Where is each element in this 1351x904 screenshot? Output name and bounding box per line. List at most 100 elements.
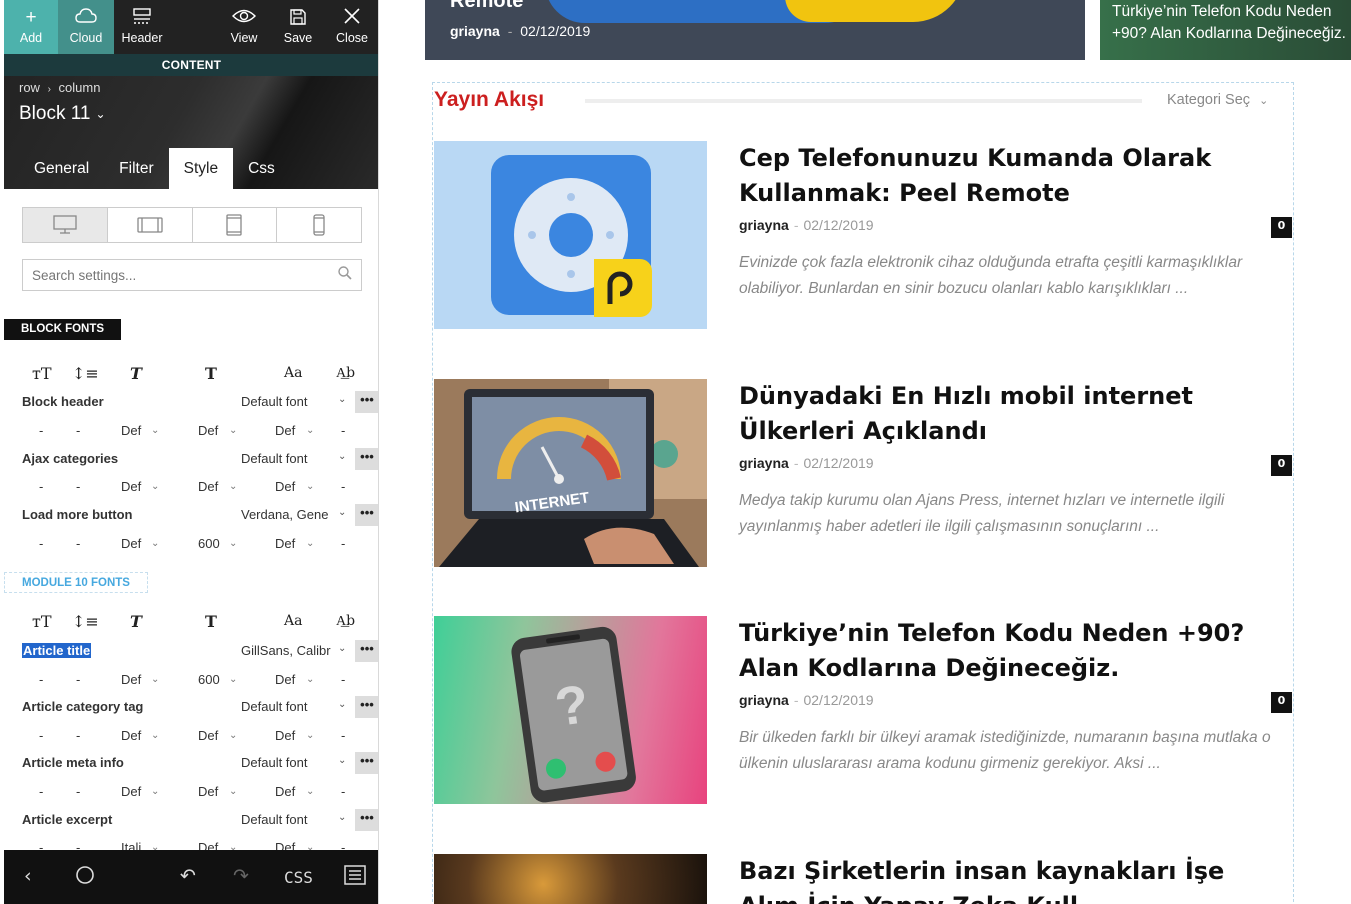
font-style-select[interactable]: Def	[121, 423, 141, 438]
hero-author[interactable]: griayna	[450, 23, 500, 39]
more-options-button[interactable]: •••	[355, 640, 378, 662]
text-transform-select[interactable]: Def	[275, 536, 295, 551]
font-weight-select[interactable]: 600	[198, 672, 220, 687]
add-button[interactable]: + Add	[4, 0, 58, 54]
tablet-landscape-view-button[interactable]	[108, 208, 193, 242]
font-row-label: Article category tag	[22, 699, 144, 714]
font-family-select[interactable]: GillSans, Calibr	[241, 643, 333, 658]
chevron-down-icon: ⌄	[151, 674, 160, 685]
hero-small-title[interactable]: Türkiye’nin Telefon Kodu Neden +90? Alan…	[1112, 1, 1351, 45]
text-transform-select[interactable]: Def	[275, 423, 295, 438]
font-family-select[interactable]: Default font	[241, 699, 333, 714]
font-style-select[interactable]: Def	[121, 479, 141, 494]
tablet-portrait-view-button[interactable]	[193, 208, 278, 242]
font-weight-select[interactable]: Def	[198, 479, 218, 494]
mobile-view-button[interactable]	[277, 208, 361, 242]
font-style-select[interactable]: Def	[121, 536, 141, 551]
comment-count-badge[interactable]: 0	[1271, 217, 1292, 238]
font-size-value[interactable]: -	[39, 728, 43, 743]
font-family-select[interactable]: Default font	[241, 394, 333, 409]
font-size-value[interactable]: -	[39, 423, 43, 438]
font-weight-select[interactable]: Def	[198, 784, 218, 799]
line-height-value[interactable]: -	[76, 423, 80, 438]
article-excerpt: Evinizde çok fazla elektronik cihaz oldu…	[739, 254, 1243, 297]
article-title[interactable]: Türkiye’nin Telefon Kodu Neden +90? Alan…	[739, 616, 1289, 686]
letter-spacing-value[interactable]: -	[341, 479, 345, 494]
tab-css[interactable]: Css	[233, 148, 290, 189]
category-select[interactable]: Kategori Seç ⌄	[1167, 92, 1268, 108]
save-button[interactable]: Save	[271, 0, 325, 54]
article-thumbnail[interactable]	[434, 854, 707, 904]
article-author[interactable]: griayna	[739, 692, 789, 708]
more-options-button[interactable]: •••	[355, 696, 378, 718]
font-family-select[interactable]: Default font	[241, 812, 333, 827]
tab-filter[interactable]: Filter	[104, 148, 168, 189]
block-title-dropdown[interactable]: Block 11 ⌄	[19, 103, 106, 125]
tab-style[interactable]: Style	[168, 148, 234, 189]
back-icon[interactable]: ‹	[24, 865, 32, 887]
text-transform-select[interactable]: Def	[275, 672, 295, 687]
article-title[interactable]: Cep Telefonunuzu Kumanda Olarak Kullanma…	[739, 141, 1289, 211]
undo-icon[interactable]: ↶	[180, 865, 196, 887]
article-thumbnail[interactable]	[434, 141, 707, 329]
article-title[interactable]: Dünyadaki En Hızlı mobil internet Ülkerl…	[739, 379, 1289, 449]
font-family-select[interactable]: Default font	[241, 755, 333, 770]
header-button[interactable]: Header	[114, 0, 170, 54]
article-author[interactable]: griayna	[739, 217, 789, 233]
text-transform-select[interactable]: Def	[275, 728, 295, 743]
font-style-select[interactable]: Def	[121, 728, 141, 743]
breadcrumb-column[interactable]: column	[59, 80, 101, 95]
text-transform-select[interactable]: Def	[275, 784, 295, 799]
css-button[interactable]: CSS	[284, 868, 313, 887]
font-size-value[interactable]: -	[39, 784, 43, 799]
hero-post-small[interactable]: Türkiye’nin Telefon Kodu Neden +90? Alan…	[1100, 0, 1351, 60]
hero-image-shape	[785, 0, 965, 22]
search-icon[interactable]	[338, 266, 352, 284]
font-size-value[interactable]: -	[39, 536, 43, 551]
letter-spacing-value[interactable]: -	[341, 423, 345, 438]
letter-spacing-value[interactable]: -	[341, 784, 345, 799]
more-options-button[interactable]: •••	[355, 504, 378, 526]
article-title[interactable]: Bazı Şirketlerin insan kaynakları İşe Al…	[739, 854, 1289, 904]
letter-spacing-value[interactable]: -	[341, 536, 345, 551]
font-family-select[interactable]: Verdana, Gene	[241, 507, 333, 522]
letter-spacing-value[interactable]: -	[341, 728, 345, 743]
desktop-view-button[interactable]	[23, 208, 108, 242]
hero-post-large[interactable]: Remote griayna - 02/12/2019	[425, 0, 1085, 60]
view-button[interactable]: View	[217, 0, 271, 54]
font-style-select[interactable]: Def	[121, 672, 141, 687]
font-size-value[interactable]: -	[39, 479, 43, 494]
font-size-icon: ᴛT	[32, 363, 52, 383]
font-size-value[interactable]: -	[39, 672, 43, 687]
text-transform-select[interactable]: Def	[275, 479, 295, 494]
more-options-button[interactable]: •••	[355, 752, 378, 774]
cloud-button[interactable]: Cloud	[58, 0, 114, 54]
letter-spacing-value[interactable]: -	[341, 672, 345, 687]
home-circle-icon[interactable]	[75, 865, 95, 890]
font-weight-select[interactable]: 600	[198, 536, 220, 551]
line-height-value[interactable]: -	[76, 479, 80, 494]
breadcrumb-row[interactable]: row	[19, 80, 40, 95]
line-height-value[interactable]: -	[76, 672, 80, 687]
font-weight-select[interactable]: Def	[198, 728, 218, 743]
search-settings-input[interactable]	[22, 259, 362, 291]
line-height-value[interactable]: -	[76, 536, 80, 551]
font-family-select[interactable]: Default font	[241, 451, 333, 466]
tab-general[interactable]: General	[19, 148, 104, 189]
hero-title[interactable]: Remote	[450, 0, 523, 13]
more-options-button[interactable]: •••	[355, 448, 378, 470]
more-options-button[interactable]: •••	[355, 391, 378, 413]
font-style-select[interactable]: Def	[121, 784, 141, 799]
more-options-button[interactable]: •••	[355, 809, 378, 831]
menu-list-icon[interactable]	[344, 865, 366, 890]
comment-count-badge[interactable]: 0	[1271, 455, 1292, 476]
line-height-value[interactable]: -	[76, 784, 80, 799]
article-thumbnail[interactable]: ?	[434, 616, 707, 804]
redo-icon[interactable]: ↷	[233, 865, 249, 887]
article-thumbnail[interactable]: INTERNET	[434, 379, 707, 567]
line-height-value[interactable]: -	[76, 728, 80, 743]
article-author[interactable]: griayna	[739, 455, 789, 471]
close-button[interactable]: Close	[325, 0, 378, 54]
font-weight-select[interactable]: Def	[198, 423, 218, 438]
comment-count-badge[interactable]: 0	[1271, 692, 1292, 713]
